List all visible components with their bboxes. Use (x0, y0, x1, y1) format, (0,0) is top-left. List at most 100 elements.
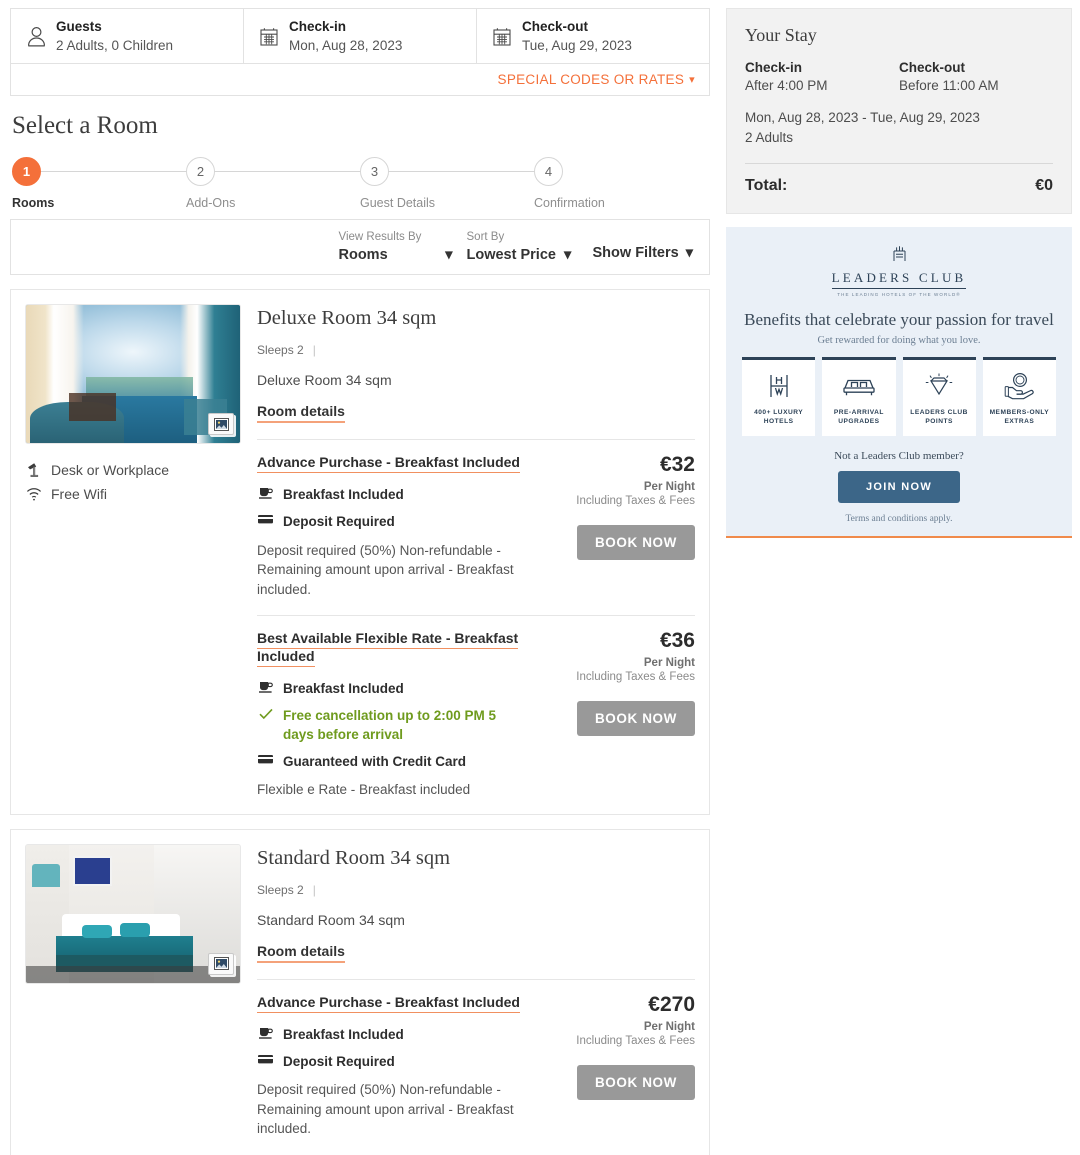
stay-guests: 2 Adults (745, 129, 794, 145)
room-details-link[interactable]: Room details (257, 403, 345, 424)
rate-feature: Breakfast Included (257, 486, 529, 504)
guests-cell[interactable]: Guests 2 Adults, 0 Children (11, 9, 244, 64)
rate-details: Advance Purchase - Breakfast Included Br… (257, 993, 547, 1139)
rate-note: Flexible e Rate - Breakfast included (257, 782, 471, 798)
rate-feature-label: Guaranteed with Credit Card (283, 753, 467, 769)
rate-features: Breakfast Included Free cancellation up … (257, 680, 529, 771)
wifi-icon (25, 485, 42, 502)
guests-value: 2 Adults, 0 Children (56, 37, 174, 53)
amenity-label: Free Wifi (51, 485, 107, 502)
stepper-step-guest-details[interactable]: 3 Guest Details (360, 157, 534, 210)
total-label: Total: (745, 177, 788, 195)
credit-card-icon (257, 1053, 274, 1065)
bed-icon (842, 369, 876, 403)
check-icon (257, 707, 274, 720)
checkout-label: Check-out (522, 19, 589, 34)
checkin-cell[interactable]: Check-in Mon, Aug 28, 2023 (244, 9, 477, 64)
room-sleeps: Sleeps 2 | (257, 883, 695, 897)
rate-taxes: Including Taxes & Fees (576, 495, 695, 508)
view-results-by-select[interactable]: Rooms ▾ (339, 247, 453, 263)
stepper-number: 2 (186, 157, 215, 187)
lhw-monogram-icon (766, 369, 792, 403)
room-media-column: Desk or Workplace Free Wifi (25, 304, 253, 800)
promo-terms: Terms and conditions apply. (845, 513, 953, 524)
rate-details: Best Available Flexible Rate - Breakfast… (257, 630, 547, 799)
rate-pricing: €36 Per Night Including Taxes & Fees BOO… (547, 630, 695, 799)
rate-feature: Deposit Required (257, 1053, 529, 1071)
sort-by-caption: Sort By (466, 231, 505, 244)
coffee-cup-icon (257, 486, 274, 499)
rate-features: Breakfast Included Deposit Required (257, 1026, 529, 1071)
booking-stepper: 1 Rooms 2 Add-Ons 3 Guest Details 4 Conf… (10, 157, 710, 215)
rate-title[interactable]: Advance Purchase - Breakfast Included (257, 454, 520, 474)
room-details-link[interactable]: Room details (257, 943, 345, 963)
promo-benefit-tiles: 400+ LUXURY HOTELS PRE-ARRIVAL UPGRADES (742, 357, 1056, 436)
rate-title[interactable]: Advance Purchase - Breakfast Included (257, 993, 520, 1013)
room-media-column (25, 843, 253, 1155)
rate-taxes: Including Taxes & Fees (576, 671, 695, 684)
stepper-label: Add-Ons (186, 196, 236, 211)
rate-price: €36 (659, 629, 695, 653)
chevron-down-icon: ▾ (563, 246, 572, 263)
total-value: €0 (1035, 177, 1053, 195)
sleeps-value: Sleeps 2 (257, 343, 304, 358)
rate-feature-label: Breakfast Included (283, 1026, 404, 1042)
page-title: Select a Room (12, 112, 158, 140)
sleeps-value: Sleeps 2 (257, 882, 304, 897)
stepper-step-rooms[interactable]: 1 Rooms (12, 157, 186, 210)
main-content: Guests 2 Adults, 0 Children Check-in Mon… (0, 0, 720, 1155)
rate-feature-label: Free cancellation up to 2:00 PM 5 days b… (283, 708, 497, 742)
sleeps-separator: | (312, 882, 316, 897)
room-card: Desk or Workplace Free Wifi Deluxe Room … (10, 289, 710, 815)
rate-price: €32 (659, 453, 695, 477)
amenity-label: Desk or Workplace (51, 461, 170, 478)
checkout-label: Check-out (899, 60, 966, 75)
coffee-cup-icon (257, 680, 274, 693)
photo-gallery-icon[interactable] (208, 952, 234, 975)
leaders-club-wordmark: LEADERS CLUB (831, 270, 967, 290)
special-codes-toggle[interactable]: SPECIAL CODES OR RATES ▾ (498, 72, 695, 87)
photo-gallery-icon[interactable] (208, 413, 234, 436)
rate-block: Advance Purchase - Breakfast Included Br… (257, 439, 695, 599)
stepper-step-addons[interactable]: 2 Add-Ons (186, 157, 360, 210)
sort-by-group: Sort By Lowest Price ▾ (467, 231, 593, 263)
credit-card-icon (257, 513, 274, 525)
checkout-time: Before 11:00 AM (899, 78, 999, 93)
book-now-button[interactable]: BOOK NOW (576, 525, 695, 561)
room-photo[interactable] (25, 304, 241, 445)
join-now-button[interactable]: JOIN NOW (837, 470, 960, 503)
rate-details: Advance Purchase - Breakfast Included Br… (257, 454, 547, 599)
sleeps-separator: | (312, 343, 316, 358)
room-photo[interactable] (25, 843, 241, 984)
room-name: Standard Room 34 sqm (257, 846, 451, 869)
checkin-label: Check-in (289, 19, 347, 34)
show-filters-button[interactable]: Show Filters ▾ (593, 245, 694, 261)
checkout-cell[interactable]: Check-out Tue, Aug 29, 2023 (477, 9, 709, 63)
rate-note: Deposit required (50%) Non-refundable - … (257, 542, 514, 597)
results-filter-bar: View Results By Rooms ▾ Sort By Lowest P… (10, 219, 710, 276)
stepper-step-confirmation[interactable]: 4 Confirmation (534, 157, 708, 210)
book-now-button[interactable]: BOOK NOW (576, 1064, 695, 1100)
your-stay-title: Your Stay (745, 25, 817, 45)
rate-pricing: €270 Per Night Including Taxes & Fees BO… (547, 994, 695, 1139)
stepper-number: 4 (534, 157, 563, 187)
sort-by-value: Lowest Price (466, 246, 556, 263)
rate-per-night: Per Night (643, 1020, 695, 1033)
sort-by-select[interactable]: Lowest Price ▾ (467, 247, 579, 263)
view-results-by-value: Rooms (338, 246, 388, 263)
leaders-club-tagline: THE LEADING HOTELS OF THE WORLD® (837, 292, 961, 298)
stepper-number: 1 (12, 157, 41, 187)
rate-taxes: Including Taxes & Fees (576, 1034, 695, 1047)
room-sleeps: Sleeps 2 | (257, 343, 695, 357)
rate-title[interactable]: Best Available Flexible Rate - Breakfast… (257, 630, 519, 668)
book-now-button[interactable]: BOOK NOW (576, 701, 695, 737)
checkin-value: Mon, Aug 28, 2023 (289, 37, 403, 53)
sidebar: Your Stay Check-in After 4:00 PM Check-o… (726, 8, 1072, 538)
desk-lamp-icon (25, 461, 42, 478)
room-info-column: Standard Room 34 sqm Sleeps 2 | Standard … (253, 844, 695, 1155)
amenity-item: Desk or Workplace (25, 461, 243, 478)
room-amenities: Desk or Workplace Free Wifi (25, 461, 243, 502)
promo-subheadline: Get rewarded for doing what you love. (817, 335, 981, 347)
rate-feature: Breakfast Included (257, 1026, 529, 1044)
promo-headline: Benefits that celebrate your passion for… (744, 310, 1054, 330)
